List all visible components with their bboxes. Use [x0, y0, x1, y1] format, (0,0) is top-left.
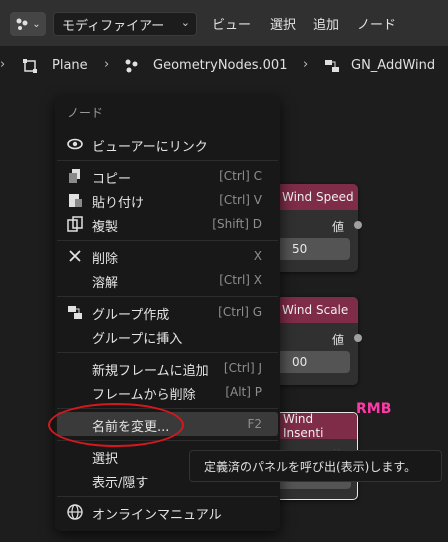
menu-view[interactable]: ビュー	[212, 14, 251, 33]
menu-item-shortcut: [Alt] P	[225, 385, 262, 399]
paste-icon	[69, 194, 82, 207]
menu-item-label: 新規フレームに追加	[92, 364, 209, 379]
menu-item-label: 表示/隠す	[92, 476, 149, 491]
node-group-icon	[68, 306, 82, 319]
node-value: 00	[292, 355, 308, 369]
editor-header: ⌄ モディファイアー ⌄ ビュー 選択 追加 ノード	[0, 0, 448, 46]
menu-item-copy[interactable]: コピー [Ctrl] C	[57, 164, 278, 188]
tooltip-text: 定義済のパネルを呼び出(表示)します。	[204, 459, 417, 474]
eye-icon	[67, 138, 83, 150]
menu-item-label: 貼り付け	[92, 196, 145, 211]
x-icon	[69, 250, 81, 262]
breadcrumb: › Plane › GeometryNodes.001 › GN_AddWind	[0, 46, 448, 86]
menu-select[interactable]: 選択	[270, 14, 296, 33]
menu-item-dissolve[interactable]: 溶解 [Ctrl] X	[57, 268, 278, 292]
copy-icon	[69, 169, 80, 183]
menu-add[interactable]: 追加	[313, 14, 339, 33]
menu-item-paste[interactable]: 貼り付け [Ctrl] V	[57, 188, 278, 212]
menu-divider	[57, 296, 278, 297]
menu-divider	[57, 240, 278, 241]
menu-item-label: 削除	[92, 252, 119, 267]
chevron-down-icon: ⌄	[180, 16, 190, 29]
mode-select-value: モディファイアー	[62, 18, 165, 34]
menu-divider	[57, 352, 278, 353]
menu-item-shortcut: [Ctrl] G	[218, 305, 262, 319]
menu-node[interactable]: ノード	[357, 14, 396, 33]
node-value: 50	[292, 242, 308, 256]
menu-item-shortcut: X	[253, 249, 262, 263]
menu-title: ノード	[67, 106, 104, 120]
chevron-right-icon: ›	[0, 57, 6, 72]
menu-item-make-group[interactable]: グループ作成 [Ctrl] G	[57, 300, 278, 324]
chevron-right-icon: ›	[303, 57, 309, 72]
editor-type-button[interactable]: ⌄	[10, 12, 46, 36]
output-socket[interactable]	[354, 334, 362, 342]
menu-item-label: 複製	[92, 220, 119, 235]
menu-divider	[57, 160, 278, 161]
menu-item-shortcut: [Ctrl] V	[219, 193, 262, 207]
menu-item-label: フレームから削除	[92, 388, 196, 403]
breadcrumb-node-group: GN_AddWind	[351, 58, 436, 73]
menu-item-shortcut: [Ctrl] J	[223, 361, 262, 375]
menu-item-join-in-new-frame[interactable]: 新規フレームに追加 [Ctrl] J	[57, 356, 278, 380]
menu-item-label: グループに挿入	[92, 332, 183, 347]
geometry-nodes-icon	[125, 59, 138, 73]
menu-item-label: ビューアーにリンク	[92, 140, 208, 155]
menu-item-shortcut: F2	[247, 417, 262, 431]
menu-item-shortcut: [Ctrl] C	[219, 169, 262, 183]
output-socket[interactable]	[354, 221, 362, 229]
menu-item-delete[interactable]: 削除 X	[57, 244, 278, 268]
mesh-object-icon	[23, 59, 37, 73]
mode-select[interactable]: モディファイアー ⌄	[53, 12, 197, 36]
menu-item-shortcut: [Shift] D	[212, 217, 262, 231]
chevron-down-icon: ⌄	[32, 18, 41, 30]
node-output-label: 値	[331, 220, 344, 234]
highlight-circle	[48, 403, 184, 447]
menu-item-link-to-viewer[interactable]: ビューアーにリンク	[57, 132, 278, 156]
tooltip: 定義済のパネルを呼び出(表示)します。	[189, 450, 442, 482]
rmb-annotation: RMB	[356, 401, 392, 417]
globe-icon	[67, 504, 83, 520]
menu-item-online-manual[interactable]: オンラインマニュアル	[57, 500, 278, 524]
breadcrumb-modifier: GeometryNodes.001	[153, 58, 288, 73]
menu-item-shortcut: [Ctrl] X	[219, 273, 262, 287]
node-editor-icon	[16, 18, 28, 30]
menu-divider	[57, 496, 278, 497]
chevron-right-icon: ›	[104, 57, 110, 72]
menu-item-duplicate[interactable]: 複製 [Shift] D	[57, 212, 278, 236]
menu-item-label: コピー	[92, 172, 132, 187]
menu-item-label: 溶解	[92, 276, 119, 291]
node-tree-icon	[325, 60, 339, 72]
breadcrumb-object: Plane	[52, 58, 88, 73]
node-output-label: 値	[331, 333, 344, 347]
menu-item-label: オンラインマニュアル	[92, 508, 222, 523]
menu-item-label: 選択	[92, 452, 119, 467]
menu-item-remove-from-frame[interactable]: フレームから削除 [Alt] P	[57, 380, 278, 404]
menu-item-label: グループ作成	[92, 308, 170, 323]
menu-item-insert-into-group[interactable]: グループに挿入	[57, 324, 278, 348]
duplicate-icon	[67, 216, 83, 232]
